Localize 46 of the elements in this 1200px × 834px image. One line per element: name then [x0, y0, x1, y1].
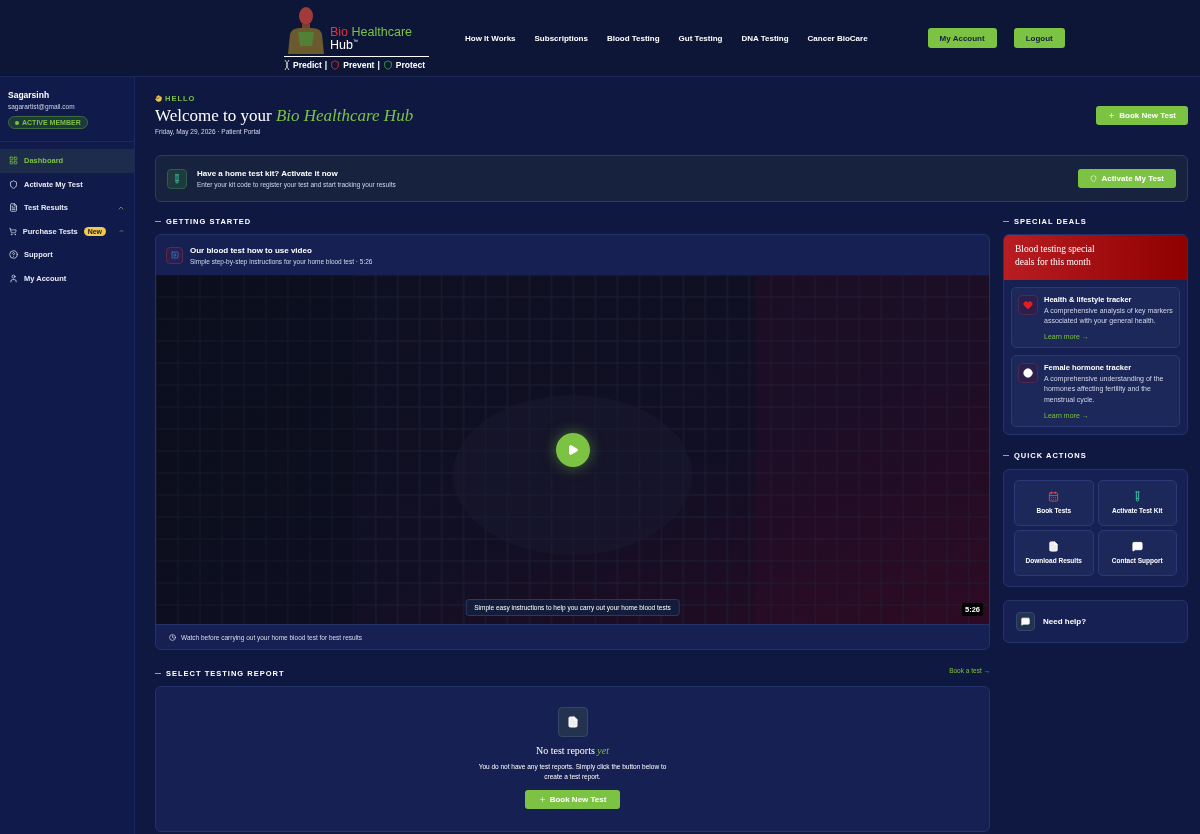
plus-icon [538, 795, 546, 803]
video-title: Our blood test how to use video [190, 245, 313, 255]
deals-title: Blood testing special deals for this month [1015, 243, 1096, 270]
nav-link[interactable]: Cancer BioCare [807, 33, 868, 43]
logo-text: Hub [330, 37, 353, 52]
tagline-text: Prevent [343, 60, 375, 70]
chat-icon [1131, 541, 1143, 553]
video-icon [170, 251, 179, 259]
circle-icon [1023, 368, 1033, 379]
document-icon [1048, 541, 1060, 553]
nav-link[interactable]: How It Works [465, 33, 516, 43]
play-icon [566, 443, 579, 456]
sidebar-icon [9, 179, 18, 189]
dna-icon [284, 60, 290, 70]
empty-title: No test reports yet [535, 745, 609, 756]
user-name: Sagarsinh [8, 90, 50, 100]
chat-icon [1021, 616, 1030, 626]
welcome-title: Welcome to your Bio Healthcare Hub [155, 106, 414, 126]
shield-icon [1090, 175, 1098, 182]
logout-button[interactable]: Logout [1013, 28, 1065, 48]
nav-link[interactable]: DNA Testing [741, 33, 789, 43]
clock-icon [169, 633, 176, 641]
sidebar-icon [9, 273, 18, 283]
calendar-icon [1048, 491, 1060, 503]
test-tube-icon [172, 173, 182, 184]
sidebar-icon [9, 250, 18, 260]
tagline-text: Predict [293, 60, 322, 70]
sidebar-icon [9, 156, 18, 166]
separator: | [324, 60, 328, 70]
nav-link[interactable]: Blood Testing [606, 33, 660, 43]
heart-icon [1023, 300, 1033, 310]
logo-text: Healthcare [351, 25, 412, 39]
sidebar-icon [9, 203, 18, 213]
document-icon [566, 716, 579, 728]
tagline-text: Protect [395, 60, 426, 70]
my-account-button[interactable]: My Account [927, 28, 997, 48]
nav-link[interactable]: Subscriptions [534, 33, 588, 43]
shield-icon [330, 60, 341, 70]
sidebar-icon [9, 226, 17, 236]
nav-link[interactable]: Gut Testing [678, 33, 723, 43]
need-help-button[interactable]: Need help? [1003, 599, 1188, 643]
activation-title: Have a home test kit? Activate it now [197, 169, 339, 178]
separator: | [377, 60, 380, 70]
waving-hand-icon [155, 95, 162, 102]
logo-text: Bio [330, 25, 349, 39]
plus-icon [1108, 112, 1116, 119]
